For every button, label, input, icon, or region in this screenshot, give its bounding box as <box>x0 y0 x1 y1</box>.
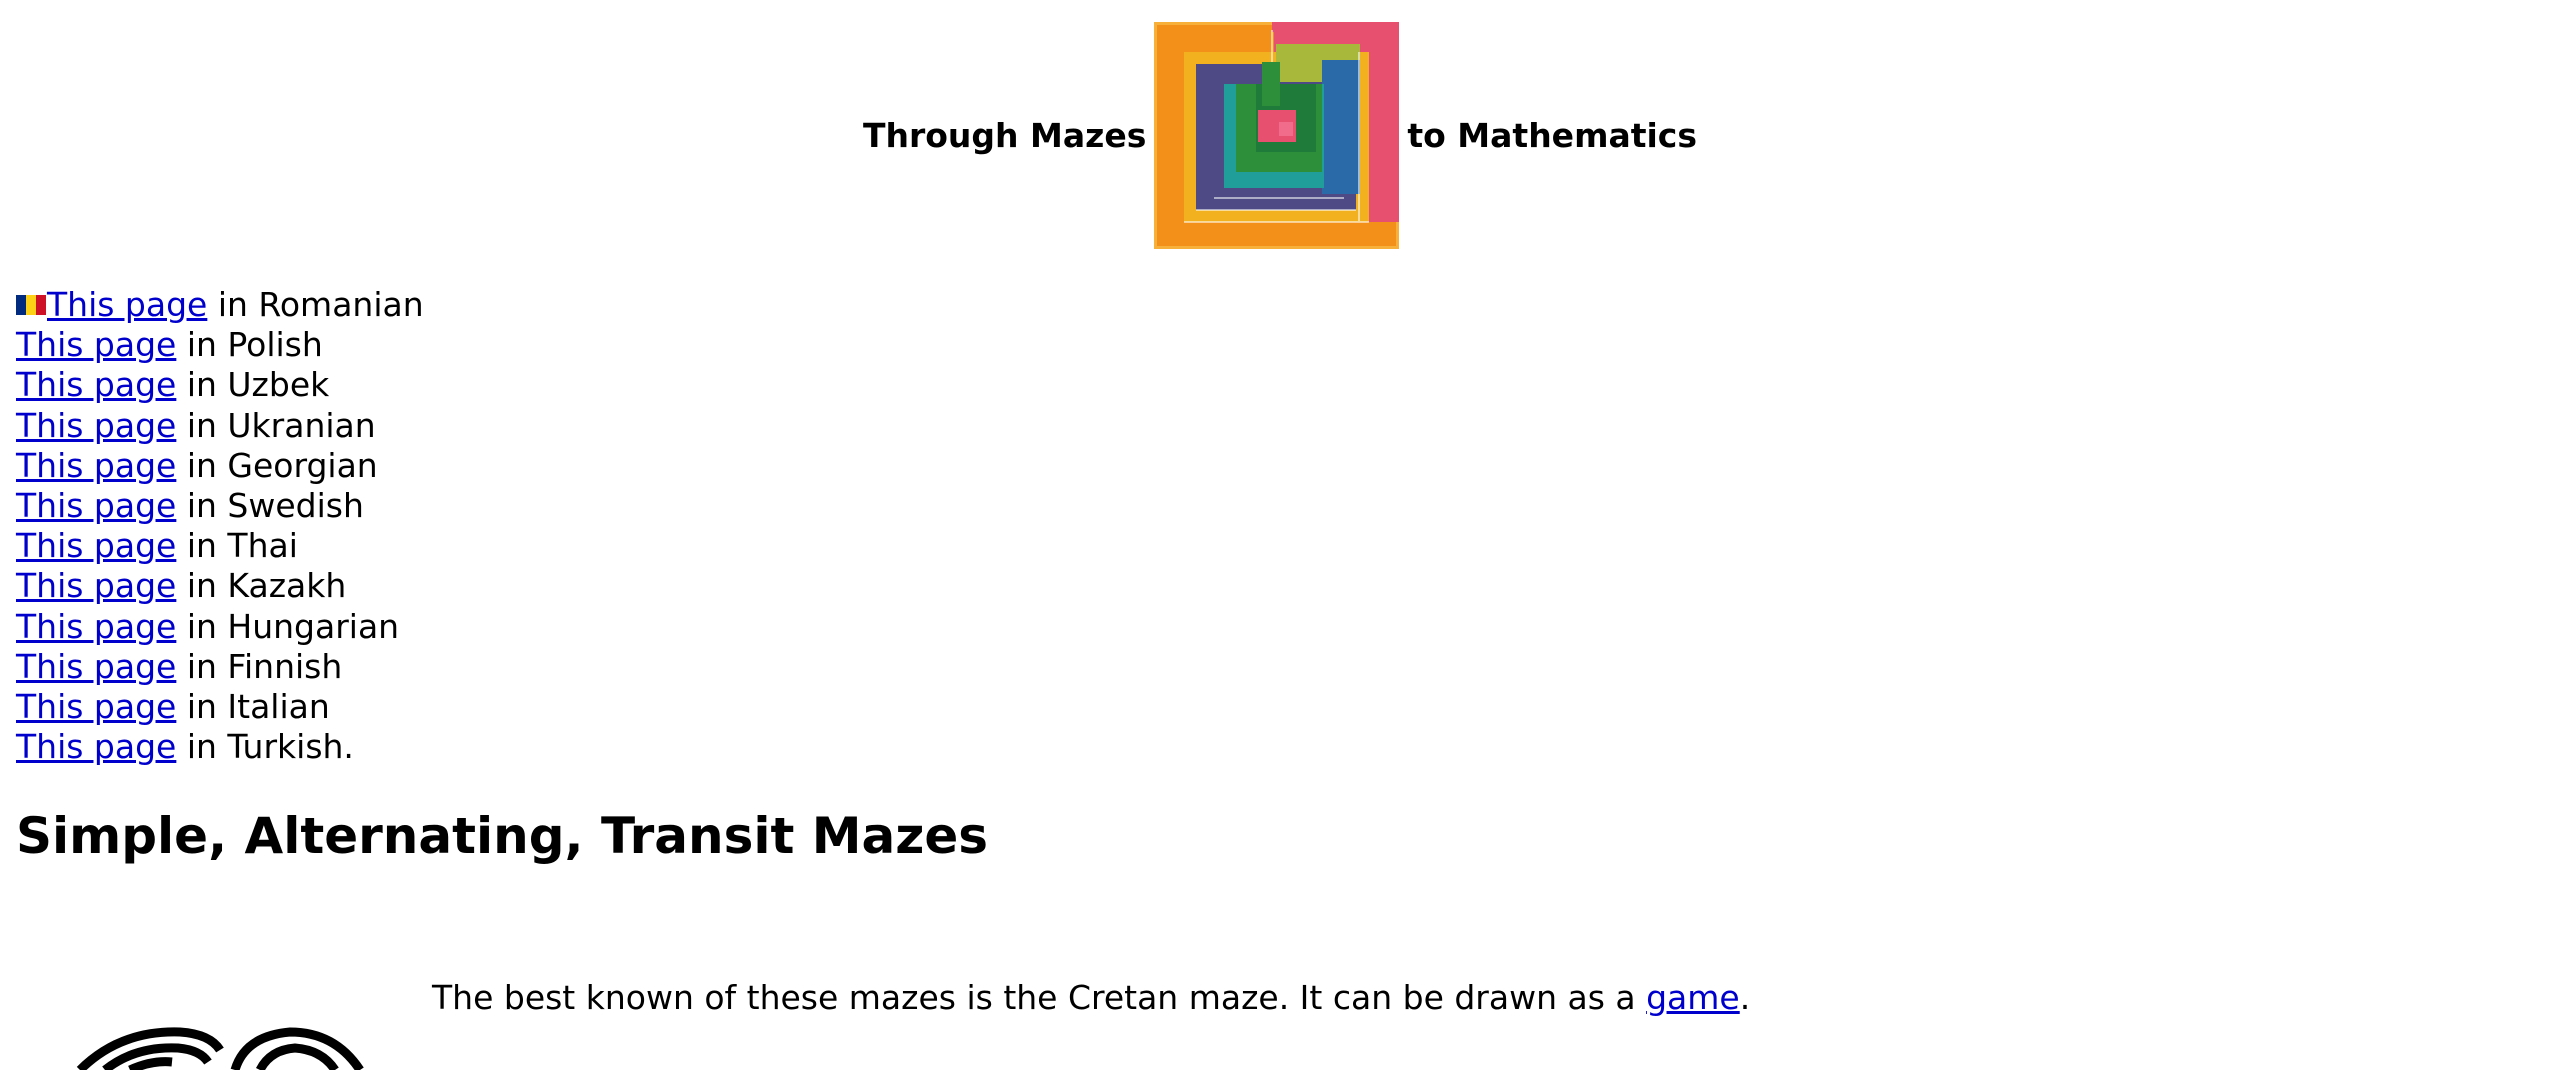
language-list: This page in Romanian This page in Polis… <box>16 285 424 767</box>
header-title-right: to Mathematics <box>1407 115 1698 155</box>
language-item: This page in Thai <box>16 526 424 566</box>
language-label: in Polish <box>176 325 323 365</box>
page-header: Through Mazes to Mathematics <box>0 20 2560 250</box>
intro-text: The best known of these mazes is the Cre… <box>432 978 1647 1017</box>
language-label: in Hungarian <box>176 606 400 646</box>
language-link[interactable]: This page <box>16 365 176 404</box>
section-heading: Simple, Alternating, Transit Mazes <box>16 807 989 865</box>
language-item: This page in Georgian <box>16 446 424 486</box>
game-link[interactable]: game <box>1646 978 1740 1017</box>
language-item: This page in Kazakh <box>16 566 424 606</box>
language-label: in Italian <box>176 686 330 726</box>
language-link[interactable]: This page <box>16 325 176 364</box>
intro-paragraph: The best known of these mazes is the Cre… <box>432 978 1750 1018</box>
language-link[interactable]: This page <box>16 566 176 605</box>
language-link[interactable]: This page <box>16 406 176 445</box>
language-item: This page in Finnish <box>16 647 424 687</box>
language-label: in Romanian <box>207 285 424 324</box>
language-label: in Swedish <box>176 485 364 525</box>
language-link[interactable]: This page <box>16 446 176 485</box>
cretan-maze-icon <box>76 1027 364 1070</box>
language-item: This page in Swedish <box>16 486 424 526</box>
language-item: This page in Turkish. <box>16 727 424 767</box>
language-item: This page in Uzbek <box>16 365 424 405</box>
language-label: in Turkish. <box>176 727 354 767</box>
language-label: in Georgian <box>176 445 378 485</box>
language-label: in Finnish <box>176 646 343 686</box>
language-link[interactable]: This page <box>16 526 176 565</box>
language-item: This page in Italian <box>16 687 424 727</box>
language-item: This page in Hungarian <box>16 607 424 647</box>
language-link[interactable]: This page <box>47 285 207 324</box>
intro-end: . <box>1739 978 1751 1017</box>
colored-maze-logo-icon <box>1154 21 1400 249</box>
language-item: This page in Romanian <box>16 285 424 325</box>
language-link[interactable]: This page <box>16 486 176 525</box>
language-label: in Kazakh <box>176 566 347 606</box>
language-label: in Ukranian <box>176 405 376 445</box>
romania-flag-icon <box>16 295 46 315</box>
language-item: This page in Ukranian <box>16 406 424 446</box>
language-link[interactable]: This page <box>16 607 176 646</box>
language-label: in Uzbek <box>176 365 330 405</box>
language-link[interactable]: This page <box>16 647 176 686</box>
language-item: This page in Polish <box>16 325 424 365</box>
language-link[interactable]: This page <box>16 727 176 766</box>
language-label: in Thai <box>176 526 298 566</box>
header-title-left: Through Mazes <box>862 115 1147 155</box>
language-link[interactable]: This page <box>16 687 176 726</box>
